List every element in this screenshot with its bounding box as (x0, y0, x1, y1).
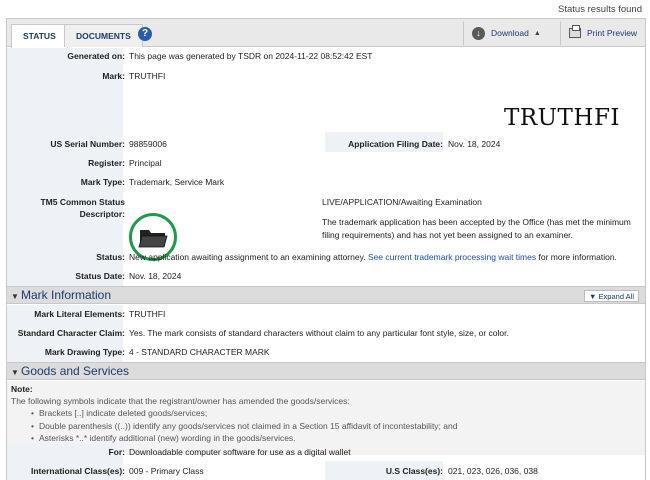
literal-elements-value: TRUTHFI (129, 309, 166, 319)
status-date-value: Nov. 18, 2024 (129, 271, 182, 281)
intl-class-value: 009 - Primary Class (129, 466, 204, 476)
mark-image: TRUTHFI (504, 105, 620, 131)
download-label: Download (491, 28, 529, 38)
goods-services-title: Goods and Services (21, 364, 130, 378)
tm5-desc-line1: The trademark application has been accep… (322, 217, 631, 227)
generated-on-label: Generated on: (67, 51, 125, 61)
filing-date-label: Application Filing Date: (348, 139, 443, 149)
note-label: Note: (11, 384, 33, 394)
tab-status[interactable]: STATUS (11, 24, 68, 48)
mark-info-header[interactable]: ▼ Mark Information ▼ Expand All (7, 286, 645, 304)
status-value: New application awaiting assignment to a… (129, 252, 617, 262)
tm5-label-line2: Descriptor: (79, 209, 125, 219)
intl-class-label: International Class(es): (31, 466, 125, 476)
mark-type-value: Trademark, Service Mark (129, 177, 225, 187)
std-char-claim-value: Yes. The mark consists of standard chara… (129, 328, 509, 338)
download-icon: ↓ (472, 26, 485, 40)
status-tail: for more information. (538, 252, 617, 262)
help-icon[interactable]: ? (138, 27, 152, 41)
serial-label: US Serial Number: (50, 139, 125, 149)
note-bullets: Brackets [..] indicate deleted goods/ser… (31, 408, 457, 446)
us-class-label: U.S Class(es): (385, 466, 443, 476)
print-label: Print Preview (587, 28, 638, 38)
us-class-value: 021, 023, 026, 036, 038 (448, 466, 538, 476)
wait-times-link[interactable]: See current trademark processing wait ti… (368, 252, 536, 262)
tab-documents[interactable]: DOCUMENTS (64, 24, 143, 47)
filing-date-value: Nov. 18, 2024 (448, 139, 501, 149)
status-date-label: Status Date: (75, 271, 125, 281)
status-label: Status: (96, 252, 125, 262)
drawing-type-label: Mark Drawing Type: (44, 347, 125, 357)
drawing-type-value: 4 - STANDARD CHARACTER MARK (129, 347, 270, 357)
status-text: New application awaiting assignment to a… (129, 252, 366, 262)
note-bullet: Brackets [..] indicate deleted goods/ser… (31, 408, 457, 421)
note-bullet: Double parenthesis ((..)) identify any g… (31, 421, 457, 434)
serial-value: 98859006 (129, 139, 167, 149)
status-results-found: Status results found (558, 4, 642, 15)
register-label: Register: (88, 158, 125, 168)
mark-type-label: Mark Type: (80, 177, 125, 187)
expand-all-label: Expand All (598, 292, 634, 301)
tab-bar: STATUS DOCUMENTS ? ↓ Download ▲ Print Pr… (7, 19, 647, 48)
std-char-claim-label: Standard Character Claim: (17, 328, 125, 338)
for-label: For: (108, 447, 125, 457)
download-button[interactable]: ↓ Download ▲ (463, 21, 558, 45)
tm5-label-line1: TM5 Common Status (40, 197, 125, 207)
mark-label: Mark: (102, 71, 125, 81)
caret-up-icon: ▲ (533, 29, 541, 37)
generated-on-value: This page was generated by TSDR on 2024-… (129, 51, 373, 61)
tm5-desc-line2: filing requirements) and has not yet bee… (322, 230, 573, 240)
register-value: Principal (129, 158, 162, 168)
printer-icon (569, 25, 581, 38)
tm5-status-title: LIVE/APPLICATION/Awaiting Examination (322, 197, 482, 207)
expand-all-button[interactable]: ▼ Expand All (584, 290, 639, 302)
collapse-triangle-icon[interactable]: ▼ (11, 368, 19, 377)
mark-info-title: Mark Information (21, 288, 112, 302)
literal-elements-label: Mark Literal Elements: (34, 309, 125, 319)
collapse-triangle-icon[interactable]: ▼ (11, 292, 19, 301)
for-value: Downloadable computer software for use a… (129, 447, 351, 457)
goods-services-header[interactable]: ▼ Goods and Services (7, 362, 645, 380)
mark-value: TRUTHFI (129, 71, 166, 81)
print-preview-button[interactable]: Print Preview (560, 21, 647, 45)
note-body: The following symbols indicate that the … (11, 396, 350, 406)
status-panel: STATUS DOCUMENTS ? ↓ Download ▲ Print Pr… (6, 18, 646, 480)
